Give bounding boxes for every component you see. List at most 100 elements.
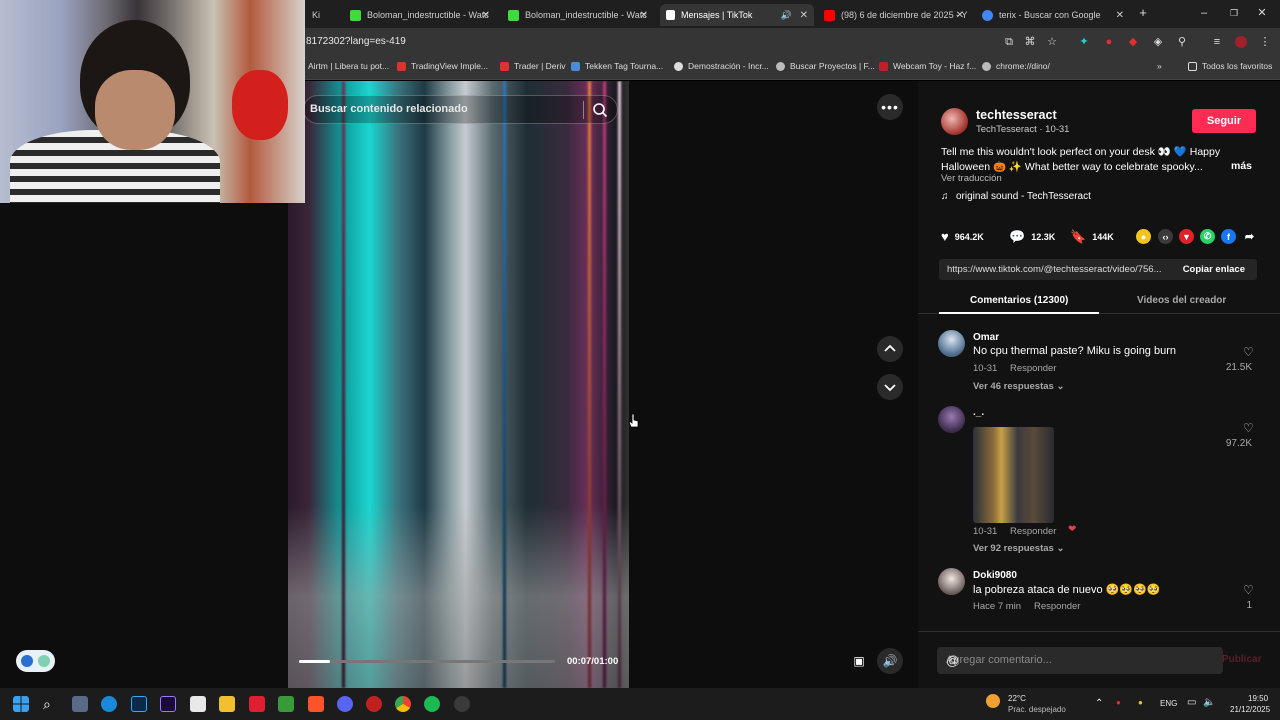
tray-app-icon[interactable]: ● [1138,698,1143,707]
tray-overflow-icon[interactable]: ⌃ [1095,698,1103,709]
bookmark[interactable]: Trader | Deriv [500,61,566,71]
edge-icon[interactable] [101,696,117,712]
bookmark[interactable]: Webcam Toy - Haz f... [879,61,976,71]
tray-app-icon[interactable]: ● [1116,698,1121,707]
bookmark[interactable]: chrome://dino/ [982,61,1050,71]
discord-icon[interactable] [337,696,353,712]
share-link-url[interactable]: https://www.tiktok.com/@techtesseract/vi… [947,264,1171,275]
profile-avatar-icon[interactable] [1235,36,1247,48]
tab-creator-videos[interactable]: Videos del creador [1137,295,1226,306]
bookmark[interactable]: Buscar Proyectos | F... [776,61,875,71]
comment-username[interactable]: Omar [973,332,999,343]
close-tab-icon[interactable]: ✕ [1116,10,1124,21]
url-field[interactable]: 8172302?lang=es-419 [306,36,406,47]
copy-link-button[interactable]: Copiar enlace [1183,264,1245,275]
translate-link[interactable]: Ver traducción [941,173,1002,184]
bookmark[interactable]: TradingView Imple... [397,61,488,71]
commenter-avatar[interactable] [938,568,965,595]
weather-icon[interactable] [986,694,1000,708]
speaker-icon[interactable]: 🔊 [781,10,792,21]
restore-icon[interactable]: ❐ [1228,7,1240,19]
copilot-icon[interactable] [72,696,88,712]
close-tab-icon[interactable]: ✕ [482,10,490,21]
close-tab-icon[interactable]: ✕ [956,10,964,21]
reply-link[interactable]: Responder [1034,601,1080,612]
miniplayer-icon[interactable]: ▣ [846,648,872,674]
show-more-link[interactable]: más [1231,160,1252,172]
facebook-icon[interactable]: f [1221,229,1236,244]
comment-like-icon[interactable]: ♡ [1243,583,1254,597]
windows-start-icon[interactable] [13,696,29,712]
search-icon[interactable]: ⌕ [43,696,59,712]
language-indicator[interactable]: ENG [1160,699,1177,708]
whatsapp-icon[interactable]: ✆ [1200,229,1215,244]
commenter-avatar[interactable] [938,330,965,357]
related-search-box[interactable]: Buscar contenido relacionado [303,95,618,124]
translate-icon[interactable]: ⌘ [1024,36,1036,48]
bookmark[interactable]: Demostración - Incr... [674,61,769,71]
tab-comments[interactable]: Comentarios (12300) [970,295,1068,306]
puzzle-icon[interactable]: ⚲ [1176,36,1188,48]
spotify-icon[interactable] [424,696,440,712]
comment-username[interactable]: Doki9080 [973,570,1017,581]
tab-search-icon[interactable]: ≡ [1211,36,1223,48]
obs-icon[interactable] [454,696,470,712]
minimize-icon[interactable]: – [1198,7,1210,19]
browser-tab[interactable]: terix - Buscar con Google ✕ [976,4,1130,26]
extension-icon[interactable]: ● [1103,36,1115,48]
bookmarks-overflow-icon[interactable]: » [1157,61,1162,71]
coin-share-icon[interactable]: ● [1136,229,1151,244]
network-icon[interactable]: ▭ [1187,697,1196,708]
floating-widget[interactable] [16,650,55,672]
commenter-avatar[interactable] [938,406,965,433]
browser-tab[interactable]: Boloman_indestructible - Watc ✕ [502,4,654,26]
extension-icon[interactable]: ◆ [1127,36,1139,48]
store-icon[interactable] [190,696,206,712]
photoshop-icon[interactable] [131,696,147,712]
search-icon[interactable] [592,102,608,118]
comment-input[interactable]: Agregar comentario... @ ☺ [937,647,1223,674]
creator-username[interactable]: techtesseract [976,108,1057,122]
app-icon[interactable] [366,696,382,712]
emoji-icon[interactable]: ☺ [946,652,1216,667]
comment-like-icon[interactable]: ♡ [1243,421,1254,435]
close-tab-icon[interactable]: ✕ [640,10,648,21]
browser-tab[interactable]: Ki [306,4,342,26]
comment-stat[interactable]: 💬 12.3K [1009,229,1055,245]
all-bookmarks[interactable]: Todos los favoritos [1188,61,1272,71]
bookmark[interactable]: Tekken Tag Tourna... [571,61,663,71]
volume-icon[interactable]: 🔊 [877,648,903,674]
reply-link[interactable]: Responder [1010,363,1056,374]
more-options-icon[interactable]: ••• [877,94,903,120]
follow-button[interactable]: Seguir [1192,109,1256,133]
menu-kebab-icon[interactable]: ⋮ [1259,36,1271,48]
share-arrow-icon[interactable]: ➦ [1242,229,1257,244]
creator-avatar[interactable] [941,108,968,135]
comment-image[interactable] [973,427,1054,523]
post-comment-button[interactable]: Publicar [1222,654,1261,665]
file-explorer-icon[interactable] [219,696,235,712]
install-icon[interactable]: ⧉ [1003,36,1015,48]
comment-username[interactable]: ._. [973,407,984,418]
browser-tab[interactable]: (98) 6 de diciembre de 2025 - Y ✕ [818,4,970,26]
browser-tab-active[interactable]: Mensajes | TikTok 🔊 ✕ [660,4,814,26]
video-progress-bar[interactable] [299,660,555,663]
browser-tab[interactable]: Boloman_indestructible - Watc ✕ [344,4,496,26]
reply-link[interactable]: Responder [1010,526,1056,537]
view-replies-link[interactable]: Ver 46 respuestas ⌄ [973,381,1064,392]
view-replies-link[interactable]: Ver 92 respuestas ⌄ [973,543,1064,554]
extension-icon[interactable]: ◈ [1152,36,1164,48]
premiere-icon[interactable] [160,696,176,712]
bookmark[interactable]: Airtm | Libera tu pot... [308,61,389,71]
brave-icon[interactable] [308,696,324,712]
volume-icon[interactable]: 🔈 [1203,697,1215,708]
comment-like-icon[interactable]: ♡ [1243,345,1254,359]
deriv-icon[interactable] [249,696,265,712]
new-tab-icon[interactable]: + [1137,6,1149,19]
next-video-button[interactable] [877,374,903,400]
close-tab-icon[interactable]: ✕ [800,10,808,21]
minecraft-icon[interactable] [278,696,294,712]
extension-icon[interactable]: ✦ [1078,36,1090,48]
embed-icon[interactable]: ‹› [1158,229,1173,244]
sound-link[interactable]: original sound - TechTesseract [956,191,1091,202]
